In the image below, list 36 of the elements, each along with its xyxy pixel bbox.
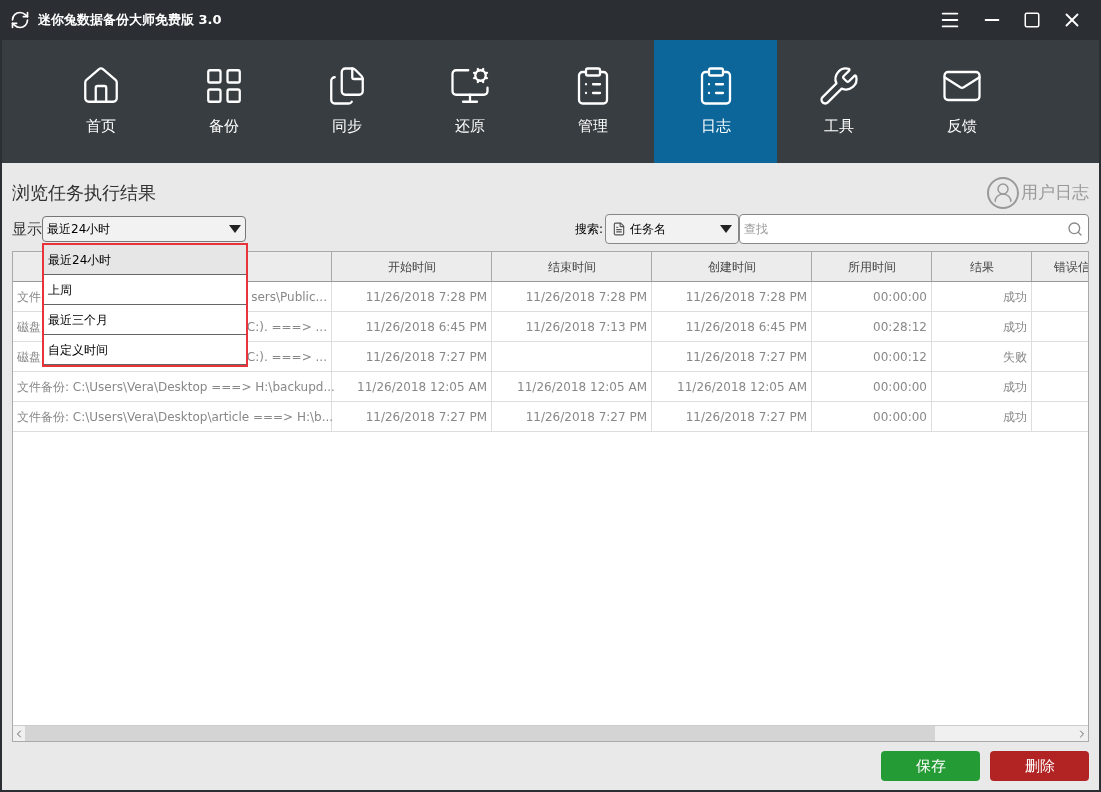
table-cell-text: 11/26/2018 7:27 PM [525,408,647,426]
table-cell-text: 失败 [1003,348,1027,366]
table-cell-text: 11/26/2018 12:05 AM [517,378,647,396]
table-cell-text: 11/26/2018 6:45 PM [365,318,487,336]
table-cell-text: 磁盘 [17,318,41,336]
table-cell-text: 00:28:12 [873,318,927,336]
table-cell-text: 成功 [1003,318,1027,336]
table-cell-text: 成功 [1003,378,1027,396]
filter-label: 显示 [12,218,42,240]
table-cell-text: 11/26/2018 7:13 PM [525,318,647,336]
table-cell-text: 11/26/2018 7:27 PM [685,408,807,426]
table-cell-text: 11/26/2018 12:05 AM [357,378,487,396]
table-cell-text: sers\Public... [251,288,327,306]
table-cell-text: 11/26/2018 7:28 PM [365,288,487,306]
table-cell-text: C:). ===> ... [246,318,327,336]
table-cell-text: C:). ===> ... [246,348,327,366]
table-cell-text: 成功 [1003,408,1027,426]
table-cell-text: 00:00:12 [873,348,927,366]
table-cell-text: 00:00:00 [873,378,927,396]
table-cell-text: 11/26/2018 12:05 AM [677,378,807,396]
table-cell-text: 成功 [1003,288,1027,306]
page-title: 浏览任务执行结果 [12,181,156,205]
table-cell-text: 文件 [17,288,41,306]
table-cell-text: 11/26/2018 7:28 PM [525,288,647,306]
window-title: 迷你兔数据备份大师免费版 3.0 [38,11,222,30]
table-cell-text: 文件备份: C:\Users\Vera\Desktop ===> H:\backupd... [17,378,335,396]
table-cell-text: 00:00:00 [873,288,927,306]
table-cell-text: 11/26/2018 6:45 PM [685,318,807,336]
table-cell-text: 磁盘 [17,348,41,366]
table-cell-text: 文件备份: C:\Users\Vera\Desktop\article ===> H:\b... [17,408,334,426]
table-cell-text: 11/26/2018 7:27 PM [365,348,487,366]
table-cell-text: 11/26/2018 7:28 PM [685,288,807,306]
table-cell-text: 00:00:00 [873,408,927,426]
search-label: 搜索: [574,221,603,238]
table-cell-text: 11/26/2018 7:27 PM [365,408,487,426]
table-cell-text: 11/26/2018 7:27 PM [685,348,807,366]
